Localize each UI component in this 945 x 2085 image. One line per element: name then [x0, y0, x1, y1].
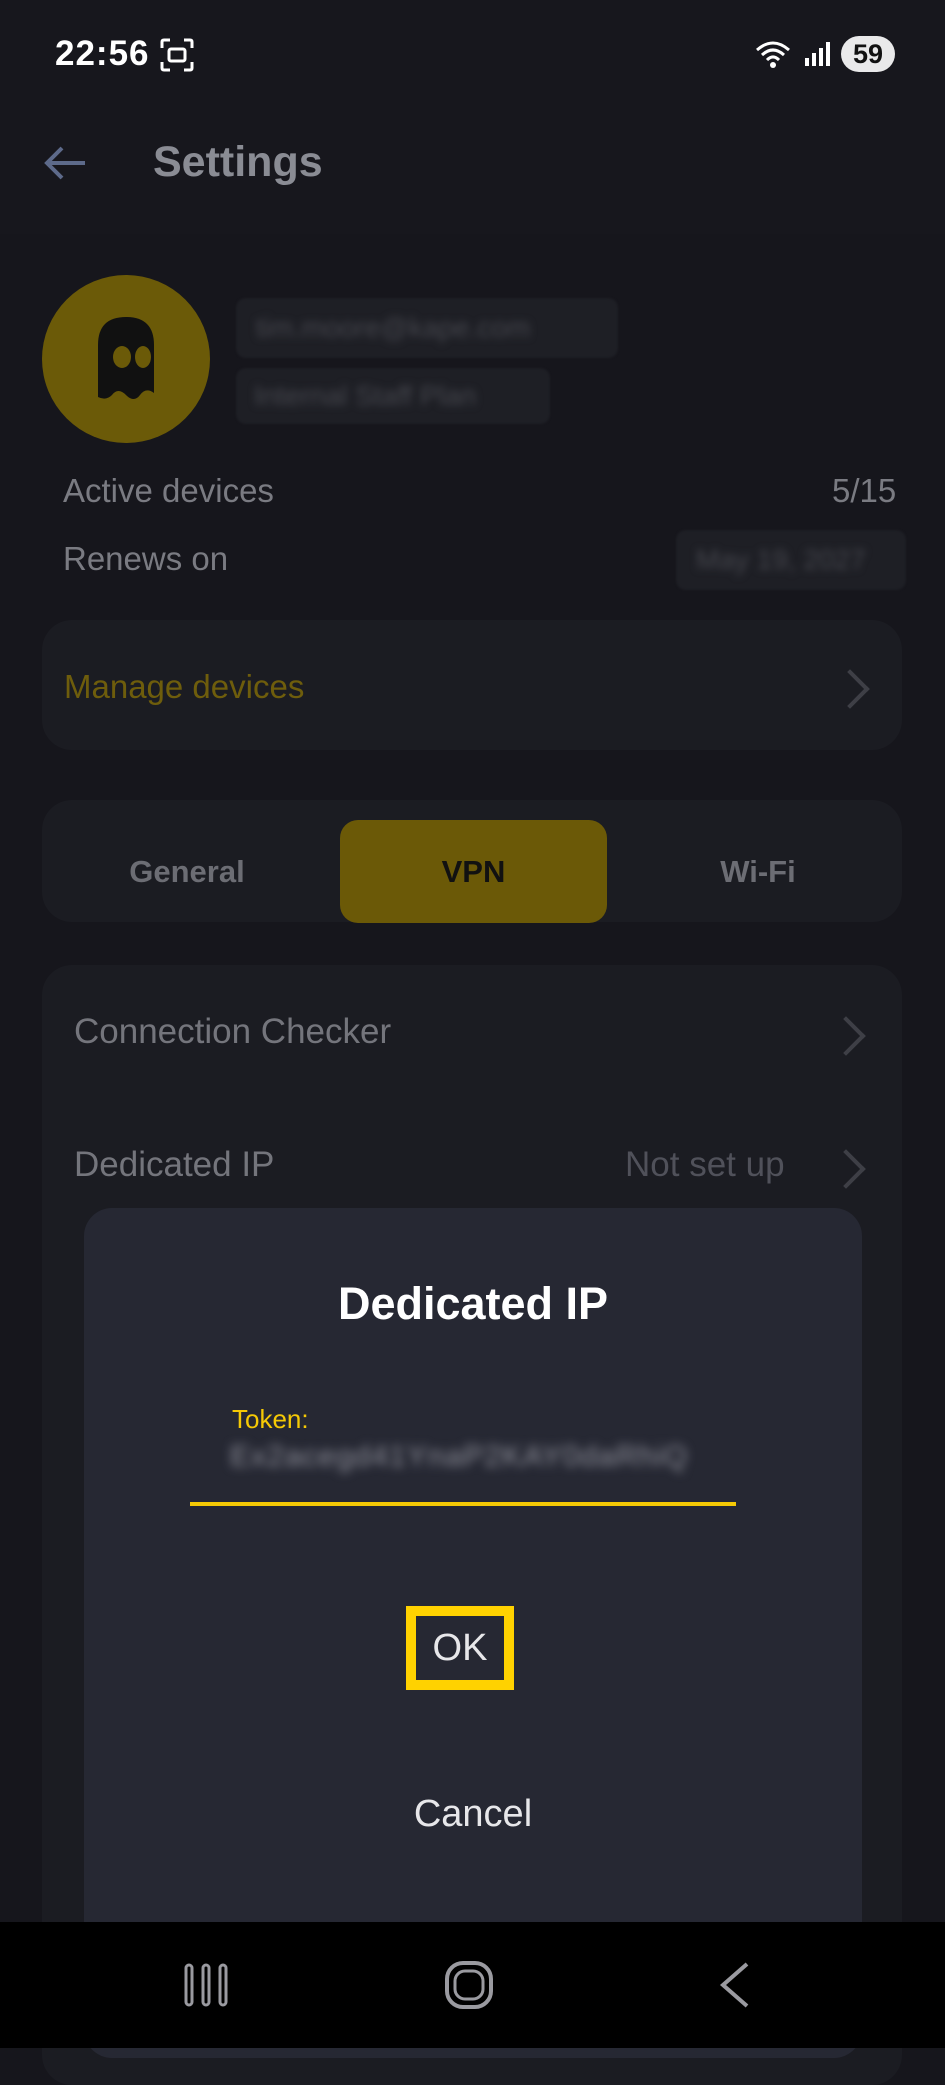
dialog-title: Dedicated IP: [337, 1278, 609, 1329]
avatar: [42, 275, 210, 443]
screenshot-icon: [160, 38, 194, 72]
account-plan: Internal Staff Plan: [254, 380, 477, 411]
signal-icon: [804, 42, 830, 66]
back-nav-icon[interactable]: [705, 1960, 765, 2010]
token-input-underline: [190, 1502, 736, 1506]
status-bar: 22:56 59: [0, 0, 945, 110]
battery-indicator: 59: [840, 36, 895, 72]
cancel-button[interactable]: Cancel: [84, 1793, 862, 1836]
tab-wifi[interactable]: Wi-Fi: [614, 820, 902, 923]
renews-label: Renews on: [63, 540, 229, 577]
dedicated-ip-value: Not set up: [625, 1145, 785, 1184]
ok-button[interactable]: OK: [406, 1606, 514, 1690]
settings-tabs: General VPN Wi-Fi: [42, 800, 902, 923]
wifi-icon: [755, 41, 790, 68]
page-title: Settings: [153, 138, 323, 186]
system-nav-bar: [0, 1922, 945, 2048]
manage-devices-row[interactable]: Manage devices: [42, 620, 902, 750]
recent-apps-icon[interactable]: [176, 1960, 236, 2010]
app-bar: Settings: [0, 110, 945, 234]
token-label: Token:: [232, 1404, 309, 1434]
renews-value: May 19, 2027: [696, 544, 866, 575]
chevron-right-icon: [830, 669, 870, 709]
status-time: 22:56: [55, 34, 150, 73]
dedicated-ip-label[interactable]: Dedicated IP: [74, 1145, 274, 1185]
active-devices-value: 5/15: [832, 472, 897, 509]
system-icons: 59: [753, 36, 895, 72]
connection-checker-label[interactable]: Connection Checker: [74, 1012, 391, 1052]
chevron-right-icon: [826, 1016, 866, 1056]
tab-vpn[interactable]: VPN: [340, 820, 607, 923]
active-devices-label: Active devices: [63, 472, 274, 509]
chevron-right-icon: [826, 1149, 866, 1189]
back-arrow-icon[interactable]: [40, 138, 90, 188]
token-input[interactable]: Ex2acegd41YnaP2KAY0daRhiQ: [230, 1440, 688, 1474]
manage-devices-label: Manage devices: [64, 668, 305, 705]
account-email: tim.moore@kape.com: [256, 312, 531, 343]
tab-general[interactable]: General: [42, 820, 332, 923]
ghost-logo-icon: [98, 317, 154, 399]
home-icon[interactable]: [439, 1960, 499, 2010]
